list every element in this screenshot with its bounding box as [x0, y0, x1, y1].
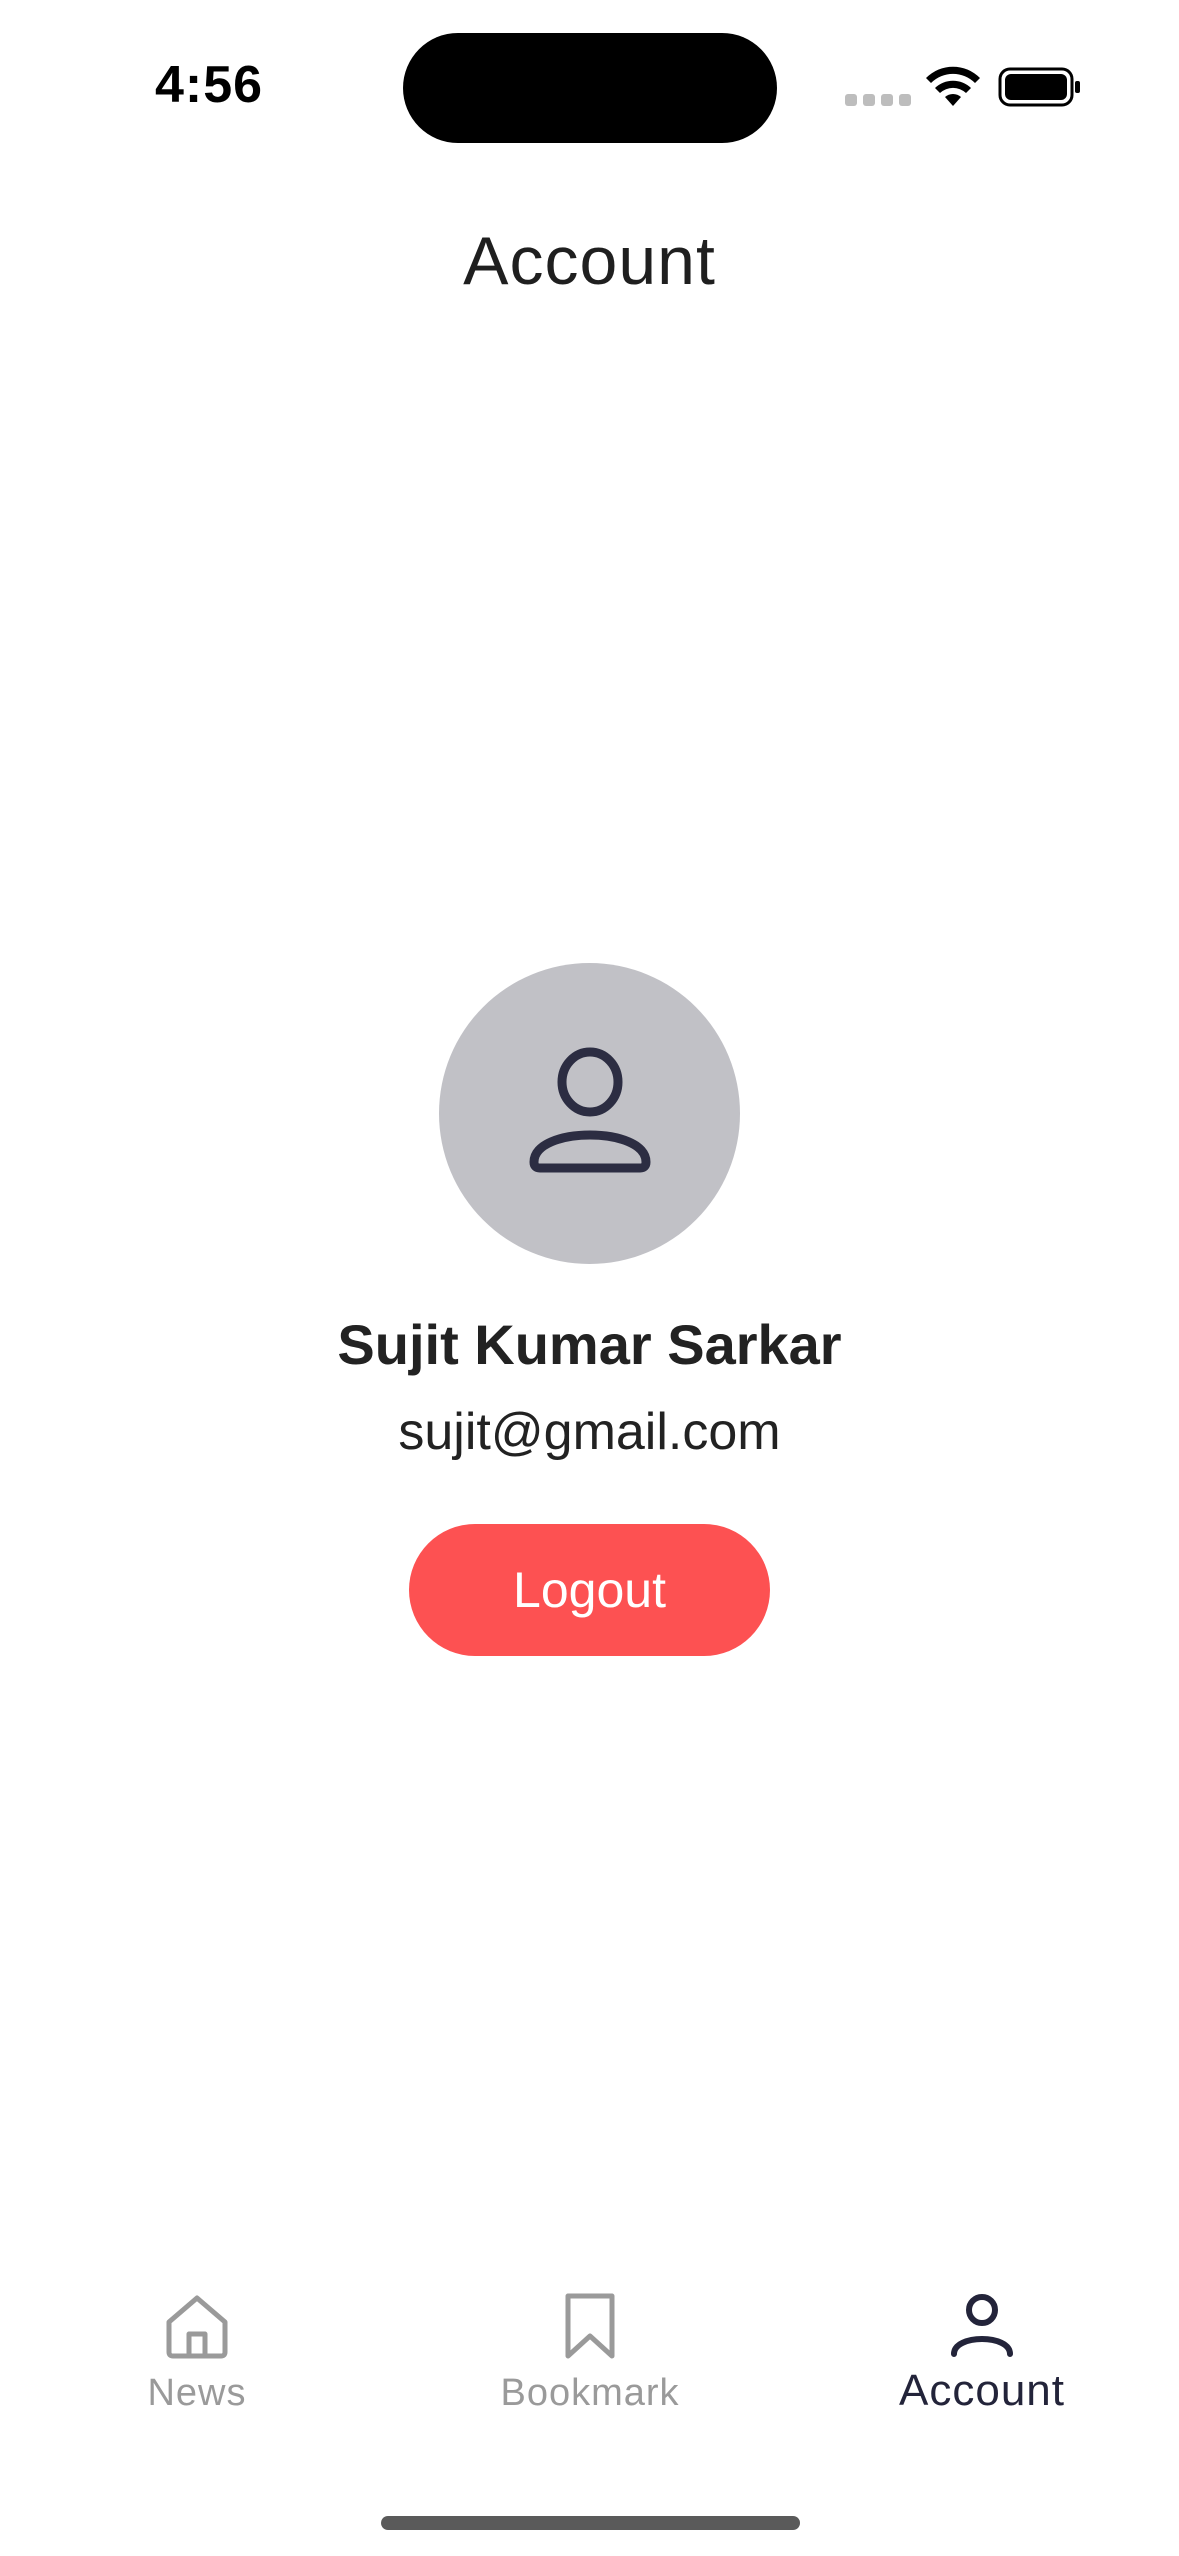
logout-button[interactable]: Logout [409, 1524, 770, 1656]
battery-icon [998, 67, 1080, 107]
nav-label-news: News [147, 2372, 247, 2414]
home-icon [166, 2295, 228, 2359]
cellular-signal-icon [845, 94, 911, 106]
nav-item-news[interactable]: News [47, 2290, 347, 2440]
bookmark-icon [565, 2293, 615, 2359]
nav-item-bookmark[interactable]: Bookmark [440, 2290, 740, 2440]
home-indicator[interactable] [381, 2516, 800, 2530]
user-name: Sujit Kumar Sarkar [337, 1313, 842, 1376]
user-email: sujit@gmail.com [398, 1403, 781, 1461]
wifi-icon [926, 66, 980, 106]
nav-item-account[interactable]: Account [832, 2290, 1132, 2440]
dynamic-island [403, 33, 777, 143]
nav-label-account: Account [899, 2366, 1065, 2415]
bottom-nav: News Bookmark Account [0, 2290, 1179, 2450]
page-title: Account [463, 223, 716, 299]
status-time: 4:56 [155, 56, 264, 114]
avatar [439, 963, 740, 1264]
user-icon [529, 1047, 650, 1172]
user-icon [951, 2294, 1013, 2357]
nav-label-bookmark: Bookmark [500, 2372, 680, 2414]
status-bar: 4:56 [0, 0, 1179, 180]
